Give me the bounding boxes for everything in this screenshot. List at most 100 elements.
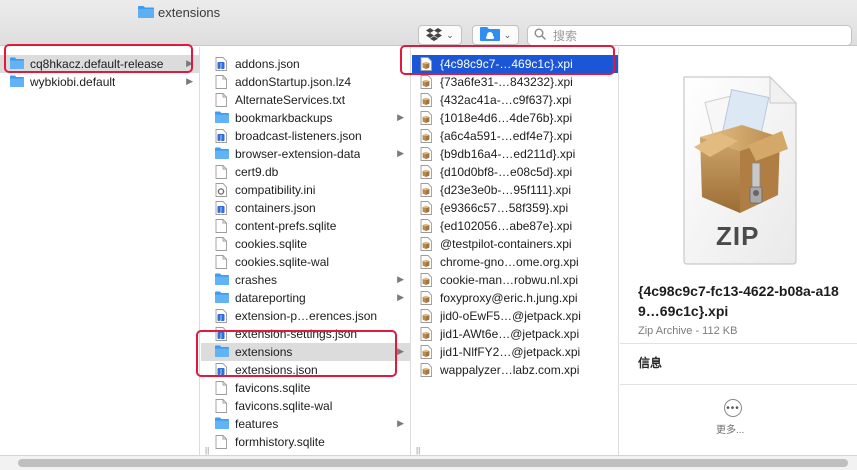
xpi-row[interactable]: {432ac41a-…c9f637}.xpi	[412, 91, 618, 109]
file-row[interactable]: formhistory.sqlite	[201, 433, 410, 451]
svg-text:J: J	[219, 135, 222, 142]
xpi-row-label: {a6c4a591-…edf4e7}.xpi	[440, 129, 573, 143]
xpi-row[interactable]: cookie-man…robwu.nl.xpi	[412, 271, 618, 289]
file-row[interactable]: favicons.sqlite-wal	[201, 397, 410, 415]
zip-archive-icon	[420, 165, 434, 179]
folder-icon	[215, 147, 229, 161]
file-row[interactable]: Jextension-settings.json	[201, 325, 410, 343]
file-row[interactable]: compatibility.ini	[201, 181, 410, 199]
xpi-row[interactable]: {1018e4d6…4de76b}.xpi	[412, 109, 618, 127]
file-row[interactable]: Jextension-p…erences.json	[201, 307, 410, 325]
info-heading: 信息	[638, 356, 663, 370]
divider	[620, 343, 857, 344]
xpi-row[interactable]: foxyproxy@eric.h.jung.xpi	[412, 289, 618, 307]
xpi-row[interactable]: jid0-oEwF5…@jetpack.xpi	[412, 307, 618, 325]
zip-archive-icon	[420, 309, 434, 323]
column-resize-handle[interactable]: ||	[416, 446, 420, 455]
xpi-row[interactable]: {4c98c9c7-…469c1c}.xpi	[412, 55, 618, 73]
xpi-row[interactable]: {d10d0bf8-…e08c5d}.xpi	[412, 163, 618, 181]
xpi-row[interactable]: wappalyzer…labz.com.xpi	[412, 361, 618, 379]
file-row[interactable]: datareporting ▶	[201, 289, 410, 307]
document-icon	[215, 93, 229, 107]
zip-archive-icon	[420, 273, 434, 287]
search-field[interactable]	[527, 25, 852, 46]
file-row[interactable]: AlternateServices.txt	[201, 91, 410, 109]
file-row[interactable]: cookies.sqlite	[201, 235, 410, 253]
file-row-label: compatibility.ini	[235, 183, 316, 197]
xpi-row[interactable]: @testpilot-containers.xpi	[412, 235, 618, 253]
file-row[interactable]: browser-extension-data ▶	[201, 145, 410, 163]
preview-file-kind: Zip Archive - 112 KB	[638, 325, 738, 337]
file-row[interactable]: Jextensions.json	[201, 361, 410, 379]
xpi-row[interactable]: {d23e3e0b-…95f111}.xpi	[412, 181, 618, 199]
xpi-row[interactable]: chrome-gno…ome.org.xpi	[412, 253, 618, 271]
json-file-icon: J	[215, 129, 229, 143]
search-icon	[534, 28, 546, 43]
xpi-row-label: {b9db16a4-…ed211d}.xpi	[440, 147, 576, 161]
xpi-row-label: {d23e3e0b-…95f111}.xpi	[440, 183, 571, 197]
file-row-label: favicons.sqlite	[235, 381, 311, 395]
file-row[interactable]: favicons.sqlite	[201, 379, 410, 397]
xpi-row[interactable]: {73a6fe31-…843232}.xpi	[412, 73, 618, 91]
preview-file-name: {4c98c9c7-fc13-4622-b08a-a189…69c1c}.xpi	[638, 283, 839, 319]
file-row[interactable]: crashes ▶	[201, 271, 410, 289]
file-row[interactable]: Jaddons.json	[201, 55, 410, 73]
folder-icon	[10, 57, 24, 71]
disclosure-arrow-icon: ▶	[397, 274, 404, 284]
svg-text:J: J	[219, 315, 222, 322]
json-file-icon: J	[215, 201, 229, 215]
column-extensions[interactable]: {4c98c9c7-…469c1c}.xpi {73a6fe31-…843232}…	[412, 47, 619, 455]
share-button[interactable]: ⌄	[472, 25, 519, 45]
more-button[interactable]: •••	[724, 399, 742, 417]
horizontal-scrollbar[interactable]	[18, 459, 848, 467]
file-row[interactable]: cert9.db	[201, 163, 410, 181]
xpi-row[interactable]: {e9366c57…58f359}.xpi	[412, 199, 618, 217]
folder-row[interactable]: cq8hkacz.default-release ▶	[0, 55, 199, 73]
file-row-label: broadcast-listeners.json	[235, 129, 362, 143]
file-row-label: bookmarkbackups	[235, 111, 333, 125]
more-label[interactable]: 更多...	[716, 421, 744, 436]
folder-row[interactable]: wybkiobi.default ▶	[0, 73, 199, 91]
xpi-row[interactable]: {a6c4a591-…edf4e7}.xpi	[412, 127, 618, 145]
xpi-row-label: {ed102056…abe87e}.xpi	[440, 219, 573, 233]
zip-archive-icon	[420, 327, 434, 341]
file-row[interactable]: cookies.sqlite-wal	[201, 253, 410, 271]
xpi-row-label: {1018e4d6…4de76b}.xpi	[440, 111, 573, 125]
file-row[interactable]: content-prefs.sqlite	[201, 217, 410, 235]
bottom-scroll-area	[0, 455, 857, 470]
disclosure-arrow-icon: ▶	[397, 346, 404, 356]
json-file-icon: J	[215, 363, 229, 377]
dropbox-button[interactable]: ⌄	[418, 25, 462, 45]
xpi-row[interactable]: jid1-NlfFY2…@jetpack.xpi	[412, 343, 618, 361]
xpi-row-label: jid1-AWt6e…@jetpack.xpi	[440, 327, 580, 341]
file-row-label: addons.json	[235, 57, 300, 71]
column-profiles[interactable]: cq8hkacz.default-release ▶ wybkiobi.defaul…	[0, 47, 200, 455]
zip-label: ZIP	[716, 221, 760, 251]
svg-text:J: J	[219, 207, 222, 214]
document-icon	[215, 381, 229, 395]
xpi-row[interactable]: {b9db16a4-…ed211d}.xpi	[412, 145, 618, 163]
file-row[interactable]: extensions ▶	[201, 343, 410, 361]
search-input[interactable]	[551, 27, 831, 44]
disclosure-arrow-icon: ▶	[397, 292, 404, 302]
column-resize-handle[interactable]: ||	[205, 446, 209, 455]
zip-archive-icon	[420, 57, 434, 71]
folder-icon	[215, 291, 229, 305]
zip-archive-icon	[420, 219, 434, 233]
disclosure-arrow-icon: ▶	[397, 148, 404, 158]
zip-archive-icon	[420, 147, 434, 161]
folder-icon	[10, 75, 24, 89]
xpi-row[interactable]: jid1-AWt6e…@jetpack.xpi	[412, 325, 618, 343]
zip-archive-icon	[420, 291, 434, 305]
file-row[interactable]: bookmarkbackups ▶	[201, 109, 410, 127]
file-row-label: crashes	[235, 273, 278, 287]
xpi-row[interactable]: {ed102056…abe87e}.xpi	[412, 217, 618, 235]
xpi-row-label: jid0-oEwF5…@jetpack.xpi	[440, 309, 581, 323]
file-row[interactable]: Jbroadcast-listeners.json	[201, 127, 410, 145]
xpi-row-label: cookie-man…robwu.nl.xpi	[440, 273, 579, 287]
column-profile-contents[interactable]: Jaddons.json addonStartup.json.lz4 Alterna…	[201, 47, 411, 455]
file-row[interactable]: Jcontainers.json	[201, 199, 410, 217]
file-row[interactable]: features ▶	[201, 415, 410, 433]
file-row-label: extension-p…erences.json	[235, 309, 378, 323]
file-row[interactable]: addonStartup.json.lz4	[201, 73, 410, 91]
